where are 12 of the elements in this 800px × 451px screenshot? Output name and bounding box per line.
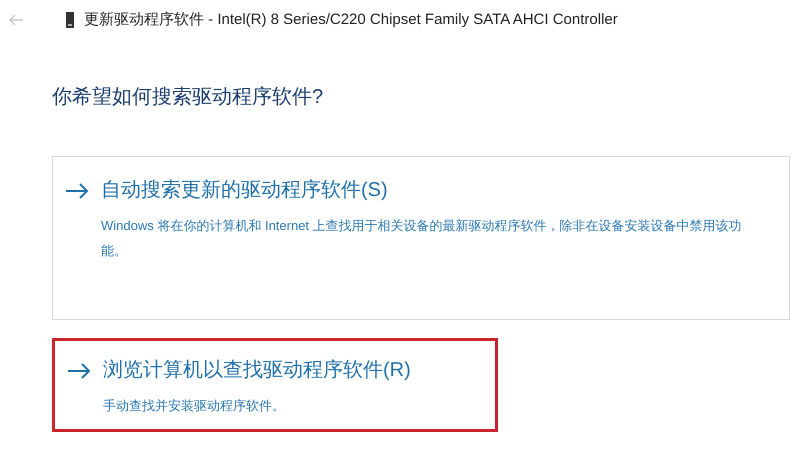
arrow-icon <box>67 363 91 379</box>
window-title: 更新驱动程序软件 - Intel(R) 8 Series/C220 Chipset Family SATA AHCI Controller <box>84 10 618 30</box>
option-description: Windows 将在你的计算机和 Internet 上查找用于相关设备的最新驱动程序软件，除非在设备安装设备中禁用该功能。 <box>101 217 743 260</box>
option-link[interactable]: 自动搜索更新的驱动程序软件(S) Windows 将在你的计算机和 Internet 上查找用于相关设备的最新驱动程序软件，除非在设备安装设备中禁用该功能。 <box>52 156 790 320</box>
arrow-icon <box>65 183 89 199</box>
option-title: 浏览计算机以查找驱动程序软件(R) <box>103 358 412 383</box>
option-description: 手动查找并安装驱动程序软件。 <box>103 397 286 415</box>
option-title: 自动搜索更新的驱动程序软件(S) <box>101 178 389 203</box>
option-link[interactable]: 浏览计算机以查找驱动程序软件(R) 手动查找并安装驱动程序软件。 <box>52 338 498 432</box>
page-heading: 你希望如何搜索驱动程序软件? <box>52 85 324 110</box>
back-icon[interactable] <box>8 14 24 26</box>
drive-icon <box>66 12 74 28</box>
